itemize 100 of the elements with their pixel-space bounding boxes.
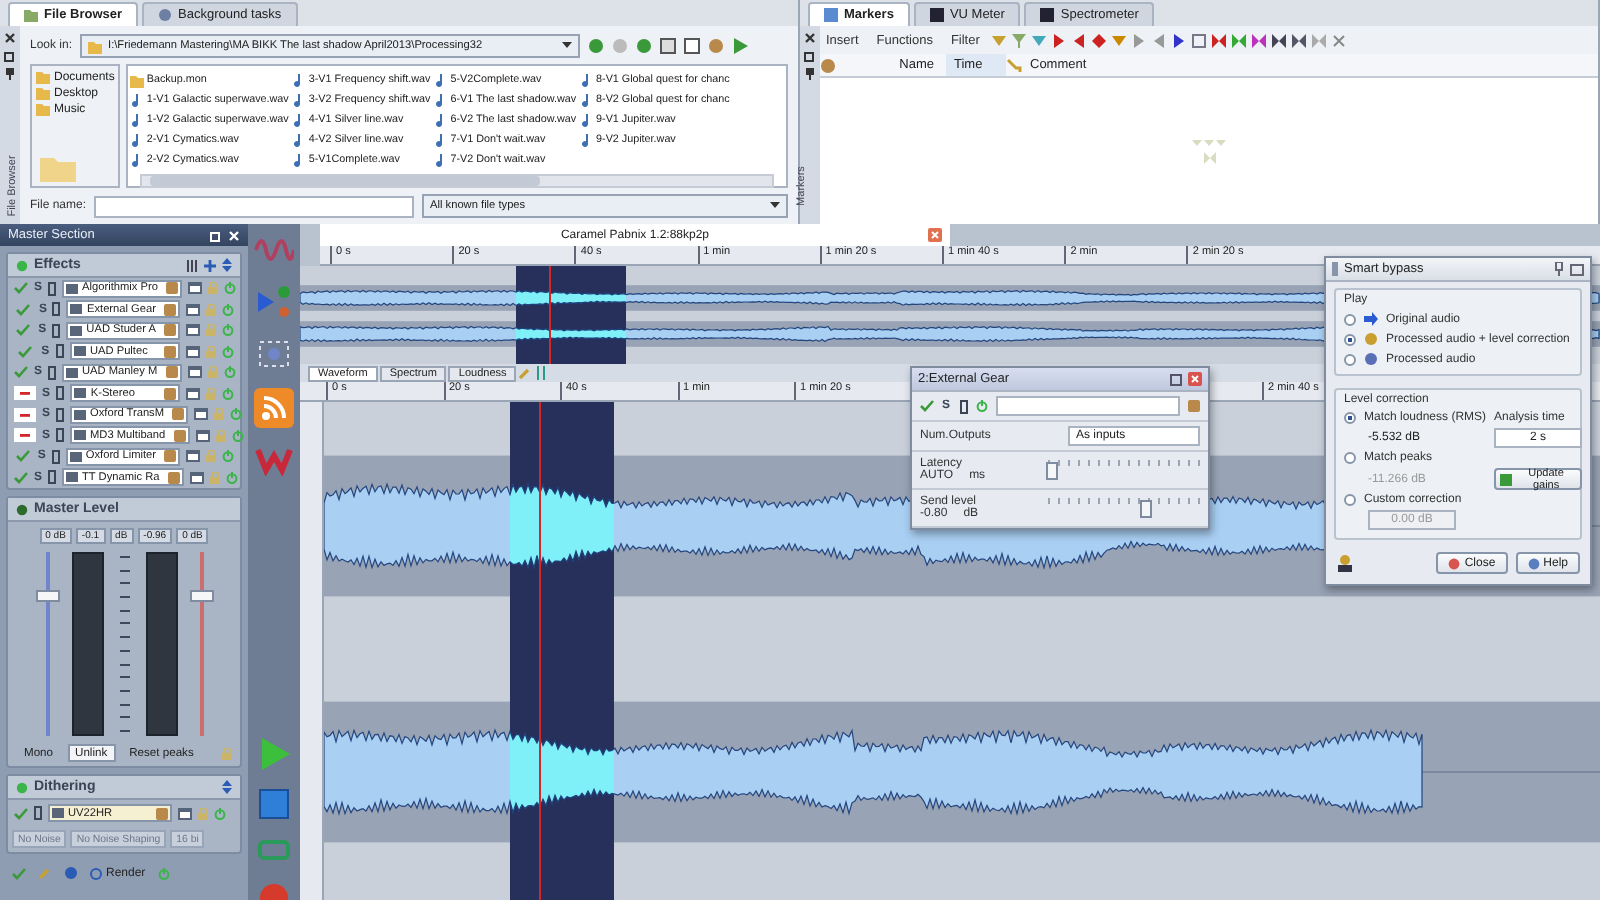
restore-icon[interactable]: [804, 50, 816, 62]
pin-icon[interactable]: [806, 68, 814, 80]
render-icon: [90, 867, 102, 879]
lock-icon: [206, 450, 216, 463]
back-marker-icon[interactable]: [1071, 33, 1086, 47]
folder-icon: [36, 154, 76, 182]
region-marker-icon[interactable]: [1271, 33, 1286, 47]
settings-icon[interactable]: [254, 336, 294, 372]
restore-icon[interactable]: [1170, 373, 1182, 385]
slider-track[interactable]: [1048, 456, 1200, 484]
check-icon: [14, 807, 28, 819]
power-icon: [214, 807, 226, 819]
plugin-menu-icon: [156, 807, 168, 819]
lock-icon: [206, 345, 217, 358]
power-icon: [222, 450, 234, 463]
close-icon[interactable]: [804, 32, 816, 44]
marker-icon[interactable]: [1031, 33, 1046, 47]
lock-icon: [198, 807, 208, 819]
power-icon: [222, 345, 235, 358]
fader-track[interactable]: [35, 552, 59, 736]
arrow-icon: [1364, 312, 1378, 326]
lock-icon: [206, 303, 216, 316]
grid-icon: [186, 259, 198, 271]
restore-icon[interactable]: [4, 50, 16, 62]
window-icon: [178, 807, 192, 819]
marker-placeholder-icon: [1191, 137, 1227, 165]
region-icon[interactable]: [1191, 33, 1206, 47]
folder-icon: [88, 39, 103, 53]
region-marker-icon[interactable]: [1231, 33, 1246, 47]
routing-icon[interactable]: [254, 284, 294, 320]
caret-icon: [562, 42, 573, 50]
slider-thumb[interactable]: [1045, 462, 1058, 480]
fader-handle[interactable]: [189, 590, 213, 603]
lock-icon: [206, 387, 216, 400]
lock-icon: [215, 429, 226, 442]
plus-icon: [204, 259, 216, 271]
window-icon: [194, 408, 209, 421]
power-icon: [230, 408, 243, 421]
marker-icon[interactable]: [991, 33, 1006, 47]
rss-icon[interactable]: [254, 388, 294, 428]
power-icon: [222, 387, 234, 400]
window-icon: [186, 387, 200, 400]
key-icon: [1006, 57, 1022, 73]
person-icon[interactable]: [1336, 554, 1354, 572]
window-icon: [186, 345, 201, 358]
diamond-icon[interactable]: [1091, 33, 1106, 47]
play-marker-icon[interactable]: [1171, 33, 1186, 47]
lock-icon: [222, 747, 232, 759]
lock-icon: [207, 282, 218, 295]
play-marker-icon[interactable]: [1131, 33, 1146, 47]
filter-icon[interactable]: [1011, 33, 1026, 47]
help-icon[interactable]: [64, 866, 78, 880]
panel-icon: [1040, 8, 1055, 22]
file-name-field[interactable]: [94, 195, 415, 217]
window-icon: [186, 450, 200, 463]
close-icon[interactable]: [4, 32, 16, 44]
marker-column-icon: [820, 57, 836, 73]
preset-field[interactable]: [996, 396, 1180, 416]
plugin-menu-icon: [1188, 400, 1200, 412]
stop-icon[interactable]: [258, 788, 290, 820]
bypass-icon: [34, 806, 42, 820]
region-marker-icon[interactable]: [1251, 33, 1266, 47]
arrows-icon: [222, 258, 232, 272]
check-icon: [12, 867, 26, 879]
grip-icon: [1332, 262, 1338, 276]
region-marker-icon[interactable]: [1211, 33, 1226, 47]
marker-icon[interactable]: [1111, 33, 1126, 47]
play-icon[interactable]: [256, 736, 292, 772]
pin-icon[interactable]: [6, 68, 14, 80]
window-icon: [187, 282, 202, 295]
horizontal-scrollbar[interactable]: [140, 174, 774, 188]
power-icon: [157, 867, 170, 879]
led-icon: [16, 503, 28, 515]
back-marker-icon[interactable]: [1151, 33, 1166, 47]
play-marker-icon[interactable]: [1051, 33, 1066, 47]
plugin-icon: [52, 808, 64, 818]
region-marker-icon[interactable]: [1291, 33, 1306, 47]
power-icon: [231, 429, 244, 442]
fader-track[interactable]: [189, 552, 213, 736]
led-icon: [16, 781, 28, 793]
panel-icon: [824, 8, 838, 22]
window-icon: [187, 366, 202, 379]
power-icon: [225, 471, 238, 484]
play-icon[interactable]: [732, 38, 749, 54]
power-icon: [223, 366, 236, 379]
lock-icon: [209, 471, 220, 484]
window-icon: [189, 471, 204, 484]
slider-thumb[interactable]: [1140, 500, 1153, 518]
folder-icon: [24, 8, 38, 22]
power-icon: [222, 324, 234, 337]
fader-handle[interactable]: [35, 590, 59, 603]
region-marker-icon[interactable]: [1311, 33, 1326, 47]
restore-icon[interactable]: [1570, 263, 1584, 275]
arrows-icon[interactable]: [534, 366, 549, 380]
window-icon: [186, 303, 200, 316]
window-icon: [195, 429, 210, 442]
pin-icon[interactable]: [1554, 262, 1564, 276]
lock-icon: [206, 324, 216, 337]
led-icon: [16, 259, 28, 271]
wrench-icon[interactable]: [518, 366, 533, 380]
